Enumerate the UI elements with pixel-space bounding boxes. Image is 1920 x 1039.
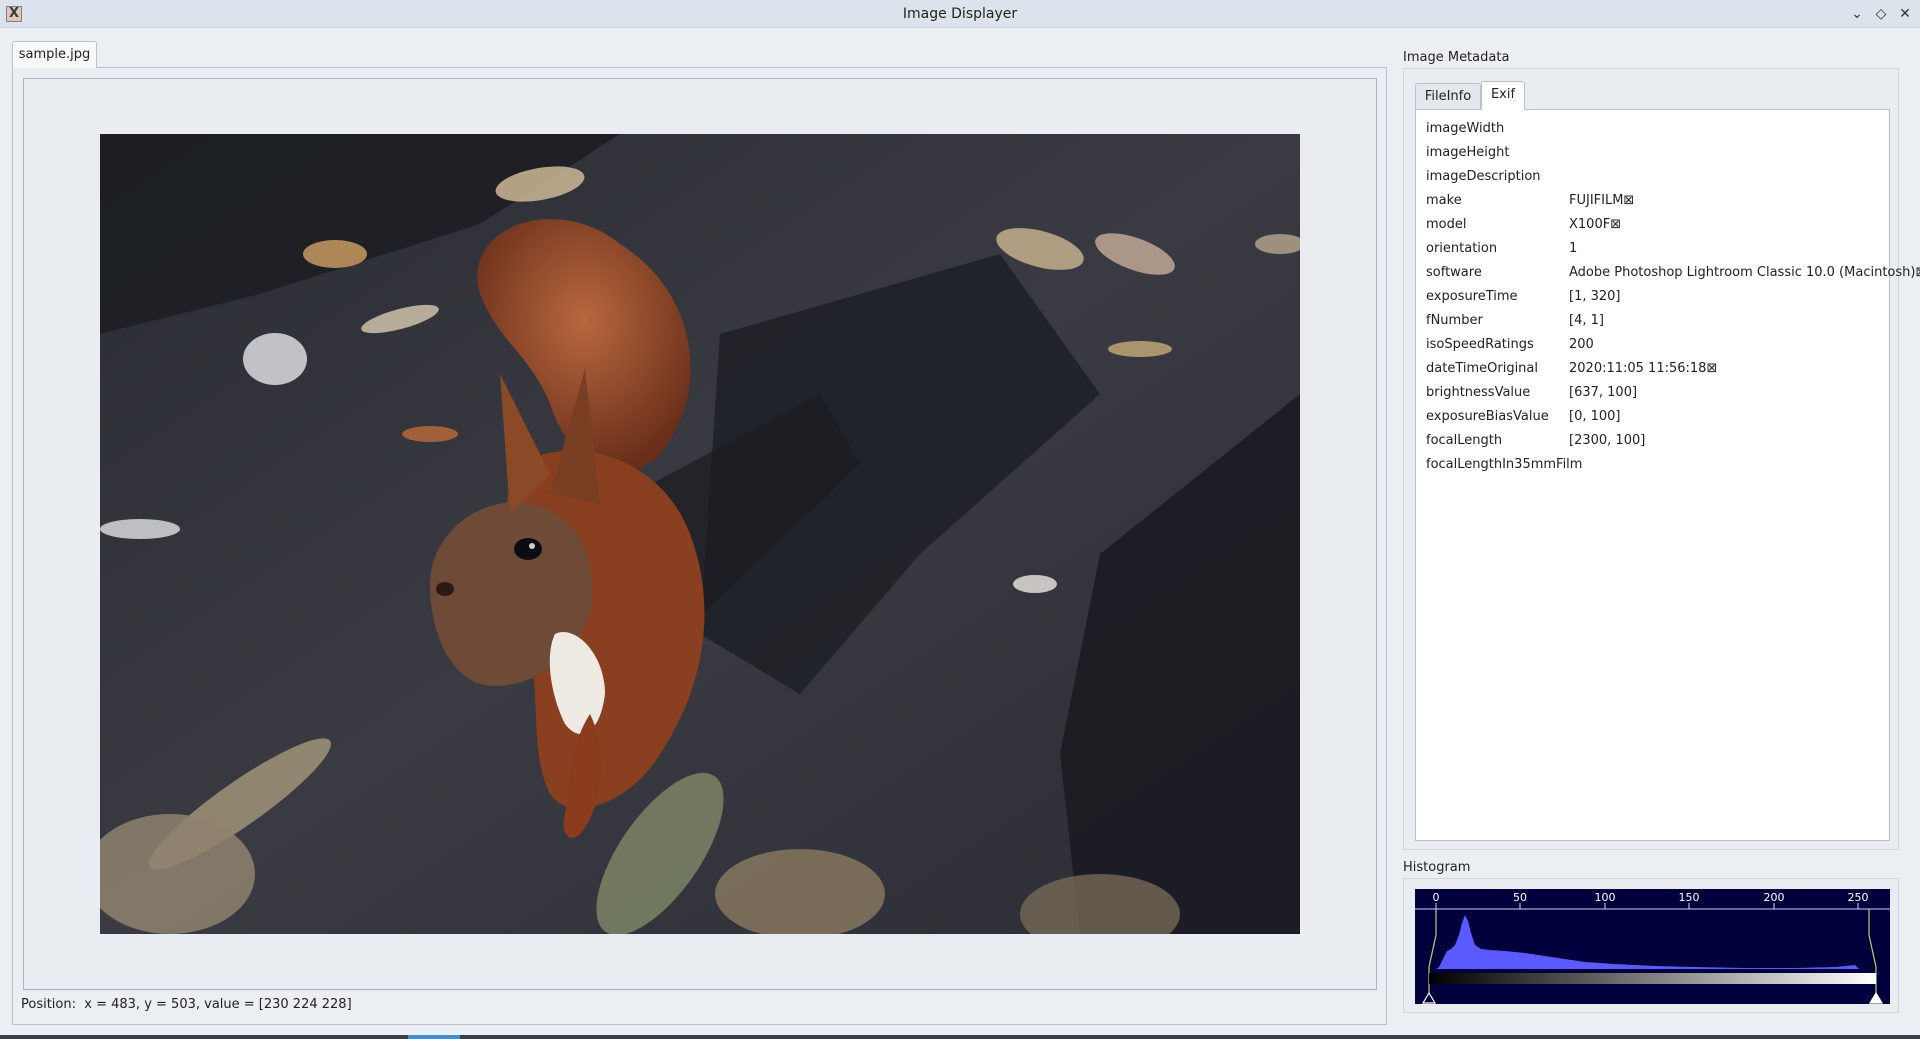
row-key: imageHeight — [1426, 145, 1510, 160]
table-row: fNumber [4, 1] — [1426, 309, 1886, 333]
row-key: dateTimeOriginal — [1426, 361, 1538, 376]
histogram-group-title: Histogram — [1403, 860, 1471, 875]
table-row: imageWidth — [1426, 117, 1886, 141]
minimize-button[interactable]: ⌄ — [1847, 4, 1867, 24]
row-value: 200 — [1569, 337, 1594, 352]
close-button[interactable]: ✕ — [1895, 4, 1915, 24]
table-row: brightnessValue [637, 100] — [1426, 381, 1886, 405]
status-text: x = 483, y = 503, value = [230 224 228] — [84, 997, 352, 1012]
metadata-group-title: Image Metadata — [1403, 50, 1510, 65]
tab-sample-jpg[interactable]: sample.jpg — [12, 41, 97, 68]
status-prefix: Position: — [21, 997, 76, 1012]
row-key: exposureBiasValue — [1426, 409, 1549, 424]
histogram-background — [1415, 889, 1890, 1004]
table-row: imageDescription — [1426, 165, 1886, 189]
histogram-axis-label: 200 — [1764, 891, 1785, 904]
histogram-axis-label: 100 — [1595, 891, 1616, 904]
window-title: Image Displayer — [902, 6, 1018, 22]
row-value: X100F⊠ — [1569, 217, 1622, 232]
close-icon: ✕ — [1899, 6, 1911, 22]
row-key: orientation — [1426, 241, 1498, 256]
row-key: fNumber — [1426, 313, 1483, 328]
row-key: focalLengthIn35mmFilm — [1426, 457, 1583, 472]
taskbar-edge — [0, 1035, 1920, 1039]
table-row: orientation 1 — [1426, 237, 1886, 261]
table-row: focalLengthIn35mmFilm — [1426, 453, 1886, 477]
row-key: focalLength — [1426, 433, 1503, 448]
row-value: Adobe Photoshop Lightroom Classic 10.0 (… — [1569, 265, 1920, 280]
table-row: imageHeight — [1426, 141, 1886, 165]
table-row: isoSpeedRatings 200 — [1426, 333, 1886, 357]
row-key: imageWidth — [1426, 121, 1505, 136]
metadata-group: FileInfo Exif imageWidth imageHeight ima… — [1403, 68, 1920, 850]
histogram-axis-label: 0 — [1433, 891, 1440, 904]
histogram-axis-label: 250 — [1848, 891, 1869, 904]
row-key: imageDescription — [1426, 169, 1541, 184]
row-key: software — [1426, 265, 1482, 280]
table-row: exposureTime [1, 320] — [1426, 285, 1886, 309]
gray-ramp — [1429, 973, 1876, 984]
image-canvas[interactable] — [23, 78, 1377, 990]
title-bar: X Image Displayer ⌄ ◇ ✕ — [0, 0, 1920, 28]
row-value: [1, 320] — [1569, 289, 1621, 304]
row-key: model — [1426, 217, 1467, 232]
histogram-widget[interactable]: 0 50 100 150 200 250 — [1415, 889, 1890, 1004]
row-value: 2020:11:05 11:56:18⊠ — [1569, 361, 1718, 376]
displayed-image[interactable] — [100, 134, 1300, 934]
image-view-panel: Position: x = 483, y = 503, value = [230… — [12, 67, 1387, 1025]
row-value: [0, 100] — [1569, 409, 1621, 424]
table-row: software Adobe Photoshop Lightroom Classi… — [1426, 261, 1920, 285]
table-row: dateTimeOriginal 2020:11:05 11:56:18⊠ — [1426, 357, 1886, 381]
row-key: isoSpeedRatings — [1426, 337, 1534, 352]
taskbar-active-indicator — [408, 1035, 460, 1039]
row-value: [4, 1] — [1569, 313, 1604, 328]
table-row: make FUJIFILM⊠ — [1426, 189, 1886, 213]
histogram-group: 0 50 100 150 200 250 — [1403, 878, 1899, 1013]
histogram-axis-label: 150 — [1679, 891, 1700, 904]
table-row: exposureBiasValue [0, 100] — [1426, 405, 1886, 429]
chevron-down-icon: ⌄ — [1851, 6, 1863, 22]
exif-table: imageWidth imageHeight imageDescription … — [1415, 109, 1920, 841]
status-position: Position: x = 483, y = 503, value = [230… — [21, 997, 352, 1012]
row-value: 1 — [1569, 241, 1578, 256]
table-row: focalLength [2300, 100] — [1426, 429, 1886, 453]
row-value: [2300, 100] — [1569, 433, 1646, 448]
row-value: [637, 100] — [1569, 385, 1638, 400]
maximize-button[interactable]: ◇ — [1871, 4, 1891, 24]
tab-exif[interactable]: Exif — [1481, 81, 1525, 110]
diamond-icon: ◇ — [1875, 6, 1887, 22]
row-key: exposureTime — [1426, 289, 1518, 304]
histogram-axis-label: 50 — [1513, 891, 1527, 904]
row-key: brightnessValue — [1426, 385, 1531, 400]
tab-fileinfo[interactable]: FileInfo — [1415, 83, 1481, 109]
table-row: model X100F⊠ — [1426, 213, 1886, 237]
row-key: make — [1426, 193, 1462, 208]
row-value: FUJIFILM⊠ — [1569, 193, 1635, 208]
